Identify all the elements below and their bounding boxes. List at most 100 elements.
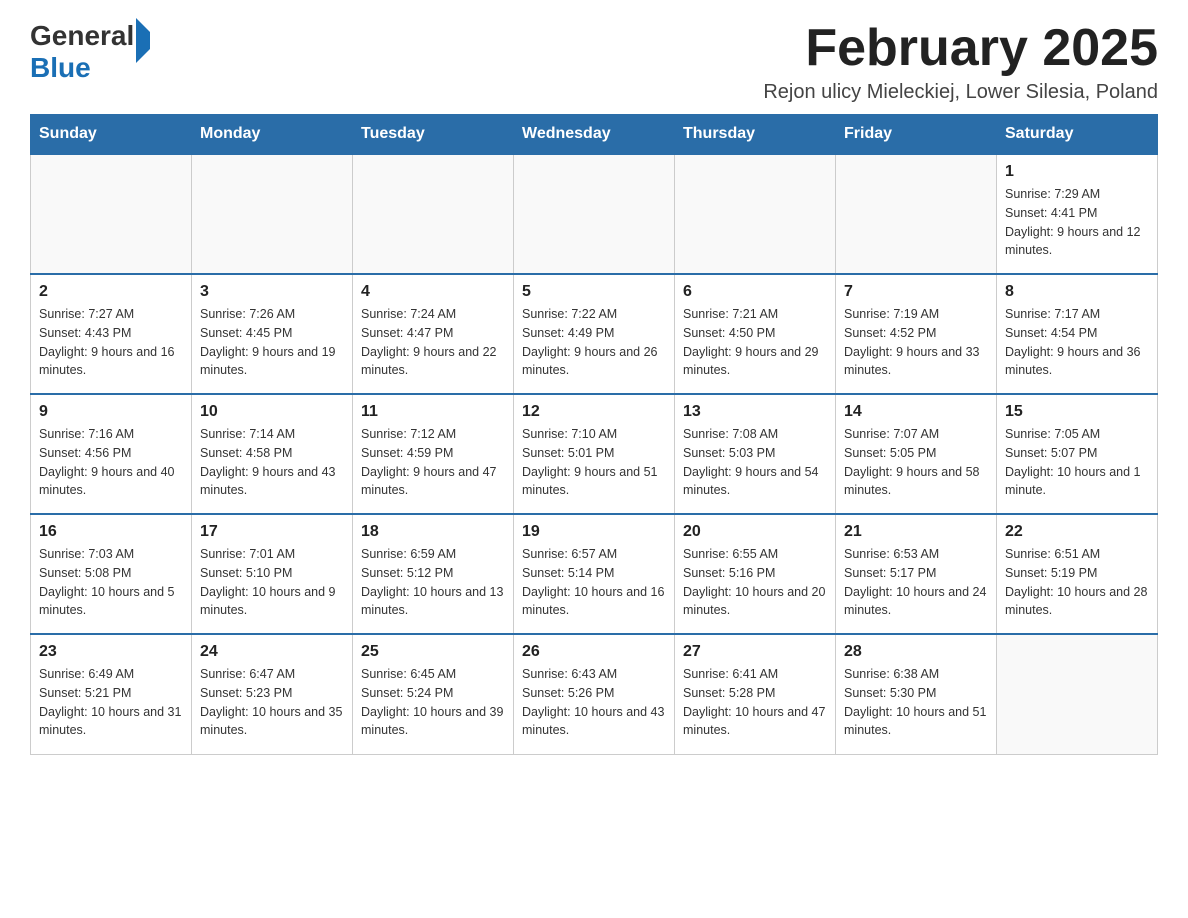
day-info: Sunrise: 7:27 AMSunset: 4:43 PMDaylight:… — [39, 305, 183, 380]
day-info: Sunrise: 7:03 AMSunset: 5:08 PMDaylight:… — [39, 545, 183, 620]
weekday-header-sunday: Sunday — [31, 115, 192, 155]
day-number: 7 — [844, 283, 988, 301]
day-number: 27 — [683, 643, 827, 661]
calendar-cell: 17Sunrise: 7:01 AMSunset: 5:10 PMDayligh… — [192, 514, 353, 634]
day-number: 2 — [39, 283, 183, 301]
day-info: Sunrise: 7:24 AMSunset: 4:47 PMDaylight:… — [361, 305, 505, 380]
day-info: Sunrise: 6:49 AMSunset: 5:21 PMDaylight:… — [39, 665, 183, 740]
calendar-cell: 14 Sunrise: 7:07 AMSunset: 5:05 PMDayligh… — [836, 394, 997, 514]
logo: General Blue — [30, 20, 150, 84]
calendar-table: SundayMondayTuesdayWednesdayThursdayFrid… — [30, 114, 1158, 755]
day-info: Sunrise: 7:07 AMSunset: 5:05 PMDaylight:… — [844, 425, 988, 500]
calendar-cell: 25 Sunrise: 6:45 AMSunset: 5:24 PMDayligh… — [353, 634, 514, 754]
month-title: February 2025 — [763, 20, 1158, 77]
day-info: Sunrise: 6:45 AMSunset: 5:24 PMDaylight:… — [361, 665, 505, 740]
calendar-cell — [353, 154, 514, 274]
calendar-cell: 16 Sunrise: 7:03 AMSunset: 5:08 PMDayligh… — [31, 514, 192, 634]
calendar-cell: 20Sunrise: 6:55 AMSunset: 5:16 PMDayligh… — [675, 514, 836, 634]
day-number: 21 — [844, 523, 988, 541]
day-number: 14 — [844, 403, 988, 421]
day-info: Sunrise: 7:21 AMSunset: 4:50 PMDaylight:… — [683, 305, 827, 380]
day-info: Sunrise: 7:19 AMSunset: 4:52 PMDaylight:… — [844, 305, 988, 380]
day-number: 9 — [39, 403, 183, 421]
logo-triangle-icon — [136, 18, 150, 63]
title-area: February 2025 Rejon ulicy Mieleckiej, Lo… — [763, 20, 1158, 104]
day-number: 1 — [1005, 163, 1149, 181]
calendar-cell: 15Sunrise: 7:05 AMSunset: 5:07 PMDayligh… — [997, 394, 1158, 514]
day-number: 10 — [200, 403, 344, 421]
day-info: Sunrise: 7:16 AMSunset: 4:56 PMDaylight:… — [39, 425, 183, 500]
calendar-cell: 6 Sunrise: 7:21 AMSunset: 4:50 PMDaylight… — [675, 274, 836, 394]
day-info: Sunrise: 6:47 AMSunset: 5:23 PMDaylight:… — [200, 665, 344, 740]
calendar-cell — [31, 154, 192, 274]
calendar-cell: 11 Sunrise: 7:12 AMSunset: 4:59 PMDayligh… — [353, 394, 514, 514]
logo-blue: Blue — [30, 52, 91, 83]
day-number: 16 — [39, 523, 183, 541]
calendar-cell: 28 Sunrise: 6:38 AMSunset: 5:30 PMDayligh… — [836, 634, 997, 754]
calendar-week-5: 23Sunrise: 6:49 AMSunset: 5:21 PMDayligh… — [31, 634, 1158, 754]
calendar-cell: 26Sunrise: 6:43 AMSunset: 5:26 PMDayligh… — [514, 634, 675, 754]
day-info: Sunrise: 7:12 AMSunset: 4:59 PMDaylight:… — [361, 425, 505, 500]
calendar-week-3: 9 Sunrise: 7:16 AMSunset: 4:56 PMDaylight… — [31, 394, 1158, 514]
day-number: 5 — [522, 283, 666, 301]
weekday-header-thursday: Thursday — [675, 115, 836, 155]
calendar-week-4: 16 Sunrise: 7:03 AMSunset: 5:08 PMDayligh… — [31, 514, 1158, 634]
calendar-header: SundayMondayTuesdayWednesdayThursdayFrid… — [31, 115, 1158, 155]
day-info: Sunrise: 6:53 AMSunset: 5:17 PMDaylight:… — [844, 545, 988, 620]
day-number: 6 — [683, 283, 827, 301]
day-number: 8 — [1005, 283, 1149, 301]
calendar-cell: 4 Sunrise: 7:24 AMSunset: 4:47 PMDaylight… — [353, 274, 514, 394]
calendar-cell: 22 Sunrise: 6:51 AMSunset: 5:19 PMDayligh… — [997, 514, 1158, 634]
day-info: Sunrise: 7:05 AMSunset: 5:07 PMDaylight:… — [1005, 425, 1149, 500]
calendar-cell: 10 Sunrise: 7:14 AMSunset: 4:58 PMDayligh… — [192, 394, 353, 514]
logo-text: General Blue — [30, 20, 150, 84]
weekday-header-wednesday: Wednesday — [514, 115, 675, 155]
day-number: 4 — [361, 283, 505, 301]
day-info: Sunrise: 6:51 AMSunset: 5:19 PMDaylight:… — [1005, 545, 1149, 620]
weekday-row: SundayMondayTuesdayWednesdayThursdayFrid… — [31, 115, 1158, 155]
weekday-header-saturday: Saturday — [997, 115, 1158, 155]
day-info: Sunrise: 7:17 AMSunset: 4:54 PMDaylight:… — [1005, 305, 1149, 380]
day-number: 18 — [361, 523, 505, 541]
calendar-cell: 8 Sunrise: 7:17 AMSunset: 4:54 PMDaylight… — [997, 274, 1158, 394]
day-number: 24 — [200, 643, 344, 661]
day-info: Sunrise: 6:43 AMSunset: 5:26 PMDaylight:… — [522, 665, 666, 740]
calendar-week-2: 2 Sunrise: 7:27 AMSunset: 4:43 PMDaylight… — [31, 274, 1158, 394]
day-info: Sunrise: 6:38 AMSunset: 5:30 PMDaylight:… — [844, 665, 988, 740]
day-info: Sunrise: 7:26 AMSunset: 4:45 PMDaylight:… — [200, 305, 344, 380]
day-info: Sunrise: 7:22 AMSunset: 4:49 PMDaylight:… — [522, 305, 666, 380]
calendar-cell: 18 Sunrise: 6:59 AMSunset: 5:12 PMDayligh… — [353, 514, 514, 634]
weekday-header-friday: Friday — [836, 115, 997, 155]
day-number: 25 — [361, 643, 505, 661]
calendar-body: 1Sunrise: 7:29 AMSunset: 4:41 PMDaylight… — [31, 154, 1158, 754]
calendar-cell: 12Sunrise: 7:10 AMSunset: 5:01 PMDayligh… — [514, 394, 675, 514]
day-info: Sunrise: 7:14 AMSunset: 4:58 PMDaylight:… — [200, 425, 344, 500]
day-info: Sunrise: 7:01 AMSunset: 5:10 PMDaylight:… — [200, 545, 344, 620]
calendar-cell: 19Sunrise: 6:57 AMSunset: 5:14 PMDayligh… — [514, 514, 675, 634]
calendar-cell: 21 Sunrise: 6:53 AMSunset: 5:17 PMDayligh… — [836, 514, 997, 634]
day-number: 28 — [844, 643, 988, 661]
day-number: 13 — [683, 403, 827, 421]
calendar-cell: 23Sunrise: 6:49 AMSunset: 5:21 PMDayligh… — [31, 634, 192, 754]
calendar-cell — [514, 154, 675, 274]
calendar-cell: 27Sunrise: 6:41 AMSunset: 5:28 PMDayligh… — [675, 634, 836, 754]
header: General Blue February 2025 Rejon ulicy M… — [30, 20, 1158, 104]
calendar-cell: 3 Sunrise: 7:26 AMSunset: 4:45 PMDaylight… — [192, 274, 353, 394]
weekday-header-monday: Monday — [192, 115, 353, 155]
calendar-cell — [836, 154, 997, 274]
day-number: 3 — [200, 283, 344, 301]
day-number: 22 — [1005, 523, 1149, 541]
weekday-header-tuesday: Tuesday — [353, 115, 514, 155]
day-info: Sunrise: 6:59 AMSunset: 5:12 PMDaylight:… — [361, 545, 505, 620]
calendar-cell — [675, 154, 836, 274]
calendar-cell — [997, 634, 1158, 754]
day-info: Sunrise: 6:57 AMSunset: 5:14 PMDaylight:… — [522, 545, 666, 620]
logo-general: General — [30, 20, 134, 51]
day-info: Sunrise: 7:08 AMSunset: 5:03 PMDaylight:… — [683, 425, 827, 500]
calendar-week-1: 1Sunrise: 7:29 AMSunset: 4:41 PMDaylight… — [31, 154, 1158, 274]
day-number: 12 — [522, 403, 666, 421]
calendar-cell: 24 Sunrise: 6:47 AMSunset: 5:23 PMDayligh… — [192, 634, 353, 754]
calendar-cell: 7 Sunrise: 7:19 AMSunset: 4:52 PMDaylight… — [836, 274, 997, 394]
location-subtitle: Rejon ulicy Mieleckiej, Lower Silesia, P… — [763, 81, 1158, 104]
day-number: 11 — [361, 403, 505, 421]
